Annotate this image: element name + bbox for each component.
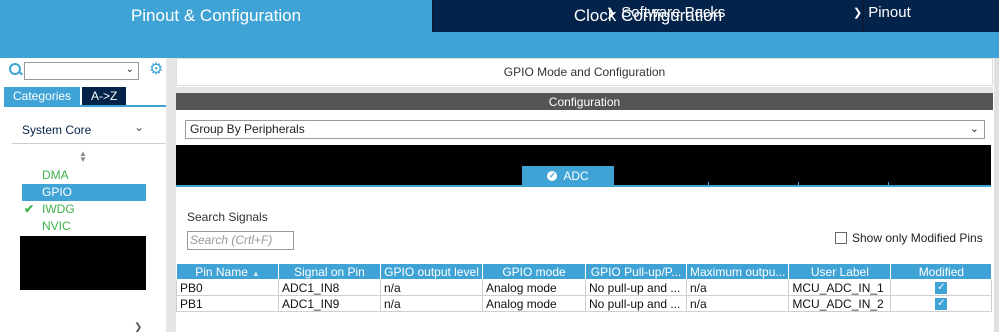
tab-separator (798, 182, 799, 185)
cell-output-level: n/a (380, 295, 483, 312)
tab-separator (888, 182, 889, 185)
cell-user-label: MCU_ADC_IN_1 (788, 279, 892, 296)
column-header-user-label[interactable]: User Label (788, 263, 892, 280)
cell-pull: No pull-up and ... (585, 279, 687, 296)
modified-checkbox[interactable]: ✓ (935, 298, 948, 311)
search-icon[interactable] (8, 62, 24, 78)
software-packs-menu[interactable]: ❯ Software Packs (606, 4, 725, 21)
sidebar-item-dma[interactable]: DMA (22, 167, 146, 184)
redacted-block (20, 236, 146, 290)
cell-max-output: n/a (685, 279, 790, 296)
table-row[interactable]: PB0 ADC1_IN8 n/a Analog mode No pull-up … (176, 279, 993, 296)
sidebar-item-label: GPIO (42, 185, 73, 199)
search-signals-label: Search Signals (187, 210, 268, 224)
sidebar-item-nvic[interactable]: NVIC (22, 218, 146, 235)
cell-output-level: n/a (380, 279, 483, 296)
sort-ascending-icon: ▲ (251, 268, 260, 278)
tab-categories[interactable]: Categories (4, 87, 81, 105)
panel-divider[interactable] (166, 58, 176, 332)
sort-icon[interactable]: ▲ ▼ (79, 150, 87, 164)
category-tabs: Categories A->Z (4, 87, 127, 105)
page-title: GPIO Mode and Configuration (176, 58, 993, 86)
table-header-row: Pin Name ▲ Signal on Pin GPIO output leve… (176, 263, 993, 280)
show-modified-label: Show only Modified Pins (852, 231, 983, 245)
system-core-list: DMA GPIO ✔ IWDG NVIC (22, 167, 146, 235)
scrollbar[interactable] (994, 58, 999, 332)
divider (12, 143, 165, 144)
column-header-gpio-mode[interactable]: GPIO mode (482, 263, 586, 280)
sidebar-item-label: DMA (42, 168, 69, 182)
chevron-down-icon[interactable]: ⌄ (970, 121, 979, 138)
tab-adc[interactable]: ✓ ADC (522, 166, 614, 185)
tab-a-to-z[interactable]: A->Z (82, 87, 127, 105)
chevron-down-icon: ❯ (853, 7, 863, 19)
cell-pin-name: PB1 (176, 295, 279, 312)
cell-signal: ADC1_IN9 (278, 295, 381, 312)
search-signals-input[interactable]: Search (Crtl+F) (187, 231, 294, 250)
chevron-down-icon[interactable]: ⌄ (126, 64, 134, 75)
configuration-header: Configuration (176, 93, 993, 110)
tab-separator (708, 182, 709, 185)
search-input[interactable]: ⌄ (24, 62, 139, 80)
search-row (8, 62, 24, 78)
modified-checkbox[interactable]: ✓ (935, 282, 948, 295)
pinout-menu[interactable]: ❯ Pinout (853, 4, 911, 21)
sidebar-item-gpio[interactable]: GPIO (22, 184, 146, 201)
sidebar-item-iwdg[interactable]: ✔ IWDG (22, 201, 146, 218)
column-header-output-level[interactable]: GPIO output level (380, 263, 483, 280)
gear-icon[interactable]: ⚙ (149, 62, 165, 78)
column-header-modified[interactable]: Modified (890, 263, 993, 280)
show-modified-checkbox[interactable] (835, 232, 847, 244)
group-by-value: Group By Peripherals (190, 122, 305, 136)
cell-modified: ✓ (890, 279, 993, 296)
section-title-system-core[interactable]: System Core (22, 123, 91, 137)
chevron-down-icon: ❯ (606, 7, 616, 19)
chevron-down-icon[interactable]: ⌄ (134, 120, 144, 134)
column-header-pin-name[interactable]: Pin Name ▲ (176, 263, 279, 280)
cell-modified: ✓ (890, 295, 993, 312)
sub-menu-bar (0, 32, 999, 58)
column-header-signal[interactable]: Signal on Pin (278, 263, 381, 280)
sidebar-item-label: NVIC (42, 219, 71, 233)
cell-user-label: MCU_ADC_IN_2 (788, 295, 892, 312)
chevron-right-icon[interactable]: ❯ (134, 322, 142, 332)
tab-underline (176, 185, 991, 187)
cell-pin-name: PB0 (176, 279, 279, 296)
cell-max-output: n/a (685, 295, 790, 312)
cell-signal: ADC1_IN8 (278, 279, 381, 296)
cell-gpio-mode: Analog mode (482, 295, 586, 312)
table-row[interactable]: PB1 ADC1_IN9 n/a Analog mode No pull-up … (176, 295, 993, 312)
checkmark-icon: ✔ (24, 202, 35, 216)
pinout-menu-label: Pinout (868, 4, 911, 21)
software-packs-label: Software Packs (621, 4, 726, 21)
cell-pull: No pull-up and ... (585, 295, 687, 312)
check-circle-icon: ✓ (547, 170, 558, 181)
tab-underline (4, 105, 166, 107)
tab-adc-label: ADC (563, 168, 589, 183)
tab-pinout-configuration[interactable]: Pinout & Configuration (0, 0, 432, 32)
show-modified-toggle[interactable]: Show only Modified Pins (835, 231, 983, 245)
column-header-pull[interactable]: GPIO Pull-up/P... (585, 263, 687, 280)
column-header-max-output[interactable]: Maximum outpu... (685, 263, 790, 280)
sidebar-item-label: IWDG (42, 202, 75, 216)
group-by-select[interactable]: Group By Peripherals ⌄ (185, 120, 985, 139)
signals-table: Pin Name ▲ Signal on Pin GPIO output leve… (176, 263, 993, 312)
cell-gpio-mode: Analog mode (482, 279, 586, 296)
